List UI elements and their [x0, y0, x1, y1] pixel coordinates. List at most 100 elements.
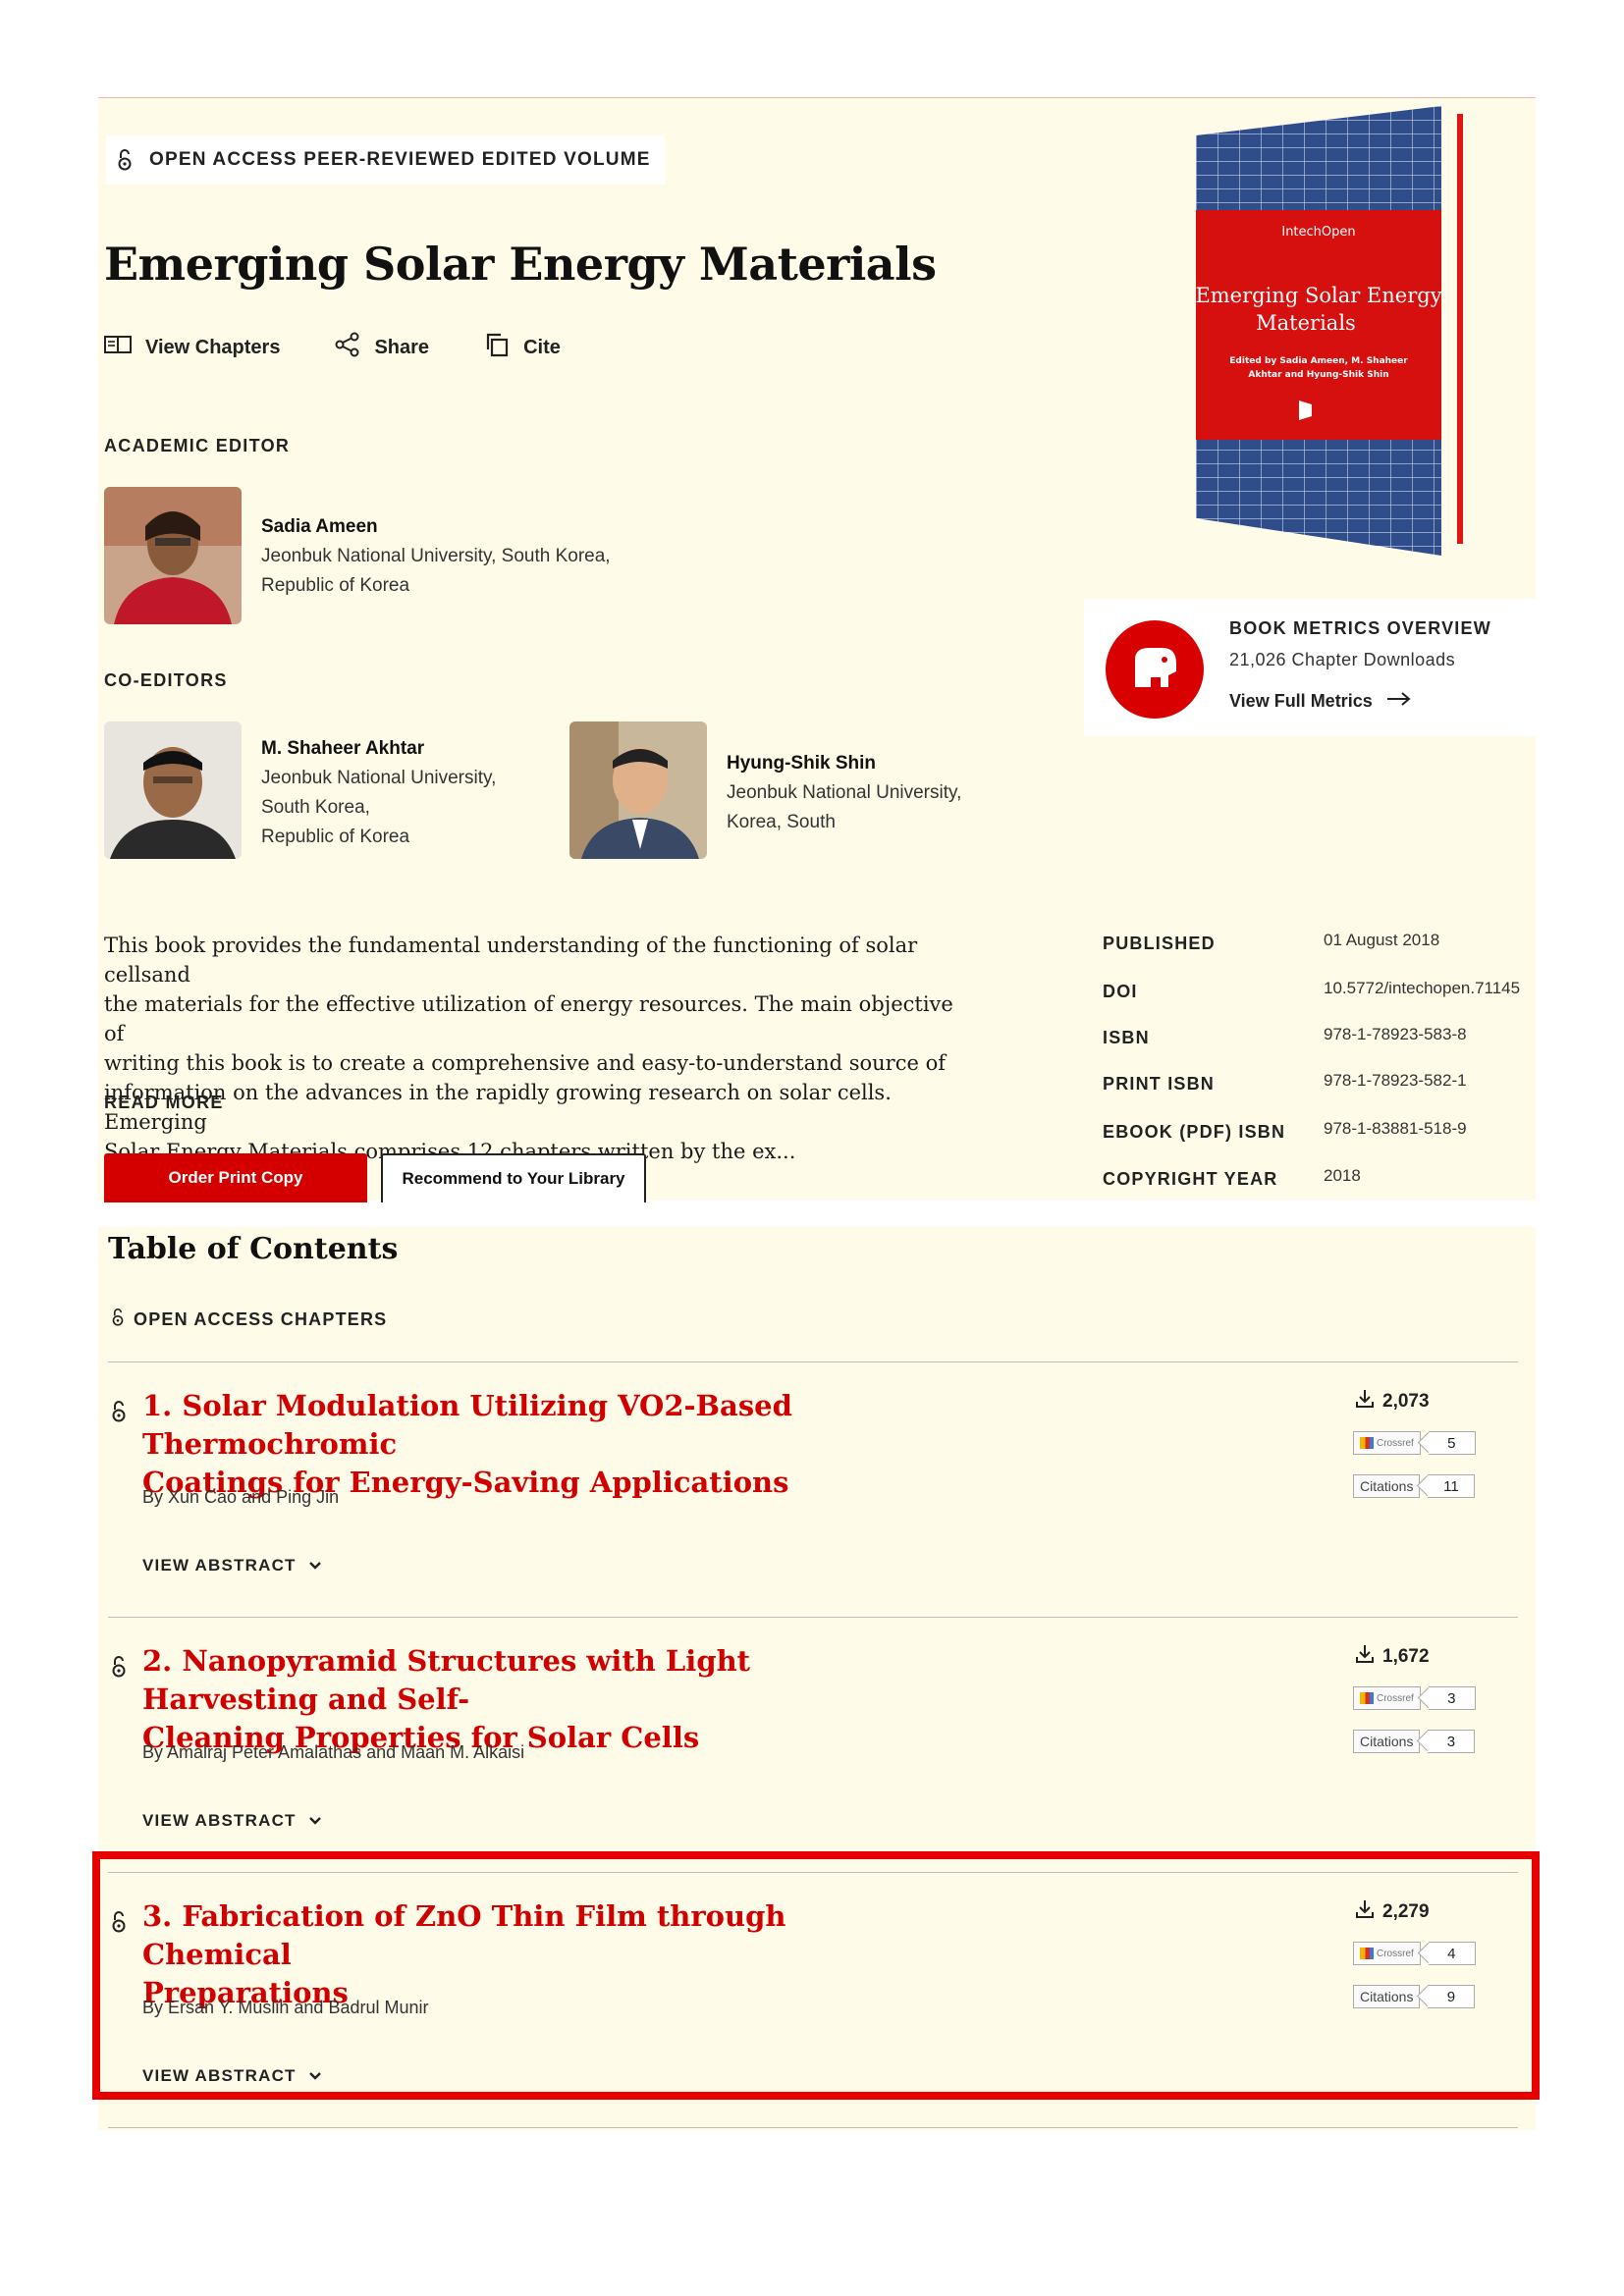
meta-value-ebook-isbn: 978-1-83881-518-9	[1324, 1119, 1467, 1138]
cover-title-line: Materials	[1256, 311, 1356, 335]
co-editor-name[interactable]: Hyung-Shik Shin	[727, 749, 961, 778]
share-label: Share	[374, 336, 430, 358]
chevron-down-icon	[308, 1556, 322, 1575]
meta-label-doi: DOI	[1103, 982, 1138, 1001]
chapter-divider	[108, 1617, 1518, 1618]
citations-count: 3	[1446, 1733, 1456, 1750]
chevron-down-icon	[308, 1811, 322, 1831]
view-chapters-button[interactable]: View Chapters	[104, 332, 280, 363]
read-more-link[interactable]: READ MORE	[104, 1093, 224, 1113]
citations-count: 11	[1443, 1477, 1459, 1495]
academic-editor-photo[interactable]	[104, 487, 242, 624]
meta-label-ebook-isbn: EBOOK (PDF) ISBN	[1103, 1122, 1286, 1142]
description-line: This book provides the fundamental under…	[104, 934, 918, 987]
chapter-authors: By Xun Cao and Ping Jin	[142, 1487, 340, 1507]
cover-spine-accent	[1457, 114, 1463, 544]
arrow-right-icon	[1386, 691, 1412, 712]
chapter-title-line: 1. Solar Modulation Utilizing VO2-Based …	[142, 1389, 792, 1461]
download-icon	[1355, 1389, 1375, 1415]
co-editors-heading: CO-EDITORS	[104, 670, 228, 690]
open-lock-icon	[118, 149, 132, 171]
metrics-title: BOOK METRICS OVERVIEW	[1229, 618, 1491, 638]
academic-editor-info: Sadia Ameen Jeonbuk National University,…	[261, 512, 611, 601]
cover-title-line: Emerging Solar Energy	[1196, 284, 1442, 307]
open-access-chapters-heading: OPEN ACCESS CHAPTERS	[112, 1308, 387, 1331]
downloads-count: 2,073	[1382, 1391, 1430, 1412]
order-print-copy-button[interactable]: Order Print Copy	[104, 1153, 367, 1202]
co-editor-info: Hyung-Shik Shin Jeonbuk National Univers…	[727, 749, 961, 837]
chapter-title-line: 2. Nanopyramid Structures with Light Har…	[142, 1644, 751, 1716]
book-title: Emerging Solar Energy Materials	[104, 238, 937, 291]
crossref-logo-icon	[1360, 1692, 1374, 1704]
co-editor-name[interactable]: M. Shaheer Akhtar	[261, 734, 496, 764]
downloads-count: 1,672	[1382, 1646, 1430, 1667]
editor-affiliation-line: Republic of Korea	[261, 575, 410, 596]
book-description: This book provides the fundamental under…	[104, 931, 968, 1166]
meta-value-doi[interactable]: 10.5772/intechopen.71145	[1324, 979, 1520, 998]
meta-label-print-isbn: PRINT ISBN	[1103, 1074, 1216, 1094]
metrics-downloads: 21,026 Chapter Downloads	[1229, 650, 1456, 669]
cover-editors-line: Akhtar and Hyung-Shik Shin	[1248, 370, 1388, 380]
meta-value-print-isbn: 978-1-78923-582-1	[1324, 1071, 1467, 1090]
highlighted-chapter-frame	[92, 1851, 1540, 2100]
open-access-badge: OPEN ACCESS PEER-REVIEWED EDITED VOLUME	[106, 135, 665, 185]
editor-name[interactable]: Sadia Ameen	[261, 512, 611, 542]
crossref-count: 5	[1447, 1434, 1456, 1452]
crossref-badge[interactable]: Crossref 3	[1353, 1686, 1476, 1710]
view-chapters-label: View Chapters	[145, 336, 281, 358]
crossref-logo-icon	[1360, 1437, 1374, 1449]
recommend-library-button[interactable]: Recommend to Your Library	[381, 1153, 646, 1202]
view-abstract-label: VIEW ABSTRACT	[142, 1811, 297, 1830]
chapter-title-link[interactable]: 1. Solar Modulation Utilizing VO2-Based …	[142, 1387, 928, 1502]
co-editor-affiliation-line: Republic of Korea	[261, 827, 410, 847]
co-editor-photo[interactable]	[104, 721, 242, 859]
crossref-label: Crossref	[1377, 1692, 1414, 1704]
citations-badge[interactable]: Citations 11	[1353, 1474, 1476, 1498]
meta-label-copyright-year: COPYRIGHT YEAR	[1103, 1169, 1278, 1189]
co-editor-affiliation-line: South Korea,	[261, 797, 370, 818]
open-lock-icon	[112, 1656, 126, 1682]
cover-publisher: IntechOpen	[1281, 225, 1355, 240]
chapter-title-link[interactable]: 2. Nanopyramid Structures with Light Har…	[142, 1642, 928, 1757]
academic-editor-heading: ACADEMIC EDITOR	[104, 436, 291, 455]
co-editor-affiliation-line: Jeonbuk National University,	[727, 782, 962, 803]
editor-affiliation-line: Jeonbuk National University, South Korea…	[261, 546, 611, 566]
book-actions: View Chapters Share Cite	[104, 332, 561, 363]
book-metrics-card: BOOK METRICS OVERVIEW 21,026 Chapter Dow…	[1084, 599, 1536, 736]
open-lock-icon	[112, 1308, 124, 1331]
share-icon	[335, 332, 360, 363]
copy-icon	[484, 332, 510, 363]
view-abstract-label: VIEW ABSTRACT	[142, 1556, 297, 1575]
chapter-downloads: 2,073	[1355, 1389, 1430, 1415]
metrics-logo-icon	[1106, 620, 1204, 719]
meta-label-published: PUBLISHED	[1103, 934, 1216, 953]
meta-value-copyright-year: 2018	[1324, 1166, 1361, 1185]
view-abstract-toggle[interactable]: VIEW ABSTRACT	[142, 1811, 322, 1831]
view-full-metrics-link[interactable]: View Full Metrics	[1229, 691, 1412, 712]
view-abstract-toggle[interactable]: VIEW ABSTRACT	[142, 1556, 322, 1575]
open-lock-icon	[112, 1401, 126, 1427]
open-access-label: OPEN ACCESS PEER-REVIEWED EDITED VOLUME	[149, 149, 651, 170]
crossref-count: 3	[1447, 1689, 1456, 1707]
co-editor-info: M. Shaheer Akhtar Jeonbuk National Unive…	[261, 734, 496, 852]
cite-button[interactable]: Cite	[484, 332, 561, 363]
meta-value-isbn: 978-1-78923-583-8	[1324, 1025, 1467, 1043]
description-line: the materials for the effective utilizat…	[104, 992, 953, 1045]
crossref-badge[interactable]: Crossref 5	[1353, 1431, 1476, 1455]
open-access-chapters-label: OPEN ACCESS CHAPTERS	[134, 1309, 388, 1329]
chapter-divider	[108, 2127, 1518, 2128]
view-full-metrics-label: View Full Metrics	[1229, 691, 1373, 711]
description-line: writing this book is to create a compreh…	[104, 1051, 946, 1075]
download-icon	[1355, 1644, 1375, 1670]
chapter-authors: By Amalraj Peter Amalathas and Maan M. A…	[142, 1742, 525, 1762]
meta-value-published: 01 August 2018	[1324, 931, 1440, 949]
citations-label: Citations	[1360, 1478, 1414, 1494]
citations-label: Citations	[1360, 1734, 1414, 1749]
share-button[interactable]: Share	[335, 332, 429, 363]
citations-badge[interactable]: Citations 3	[1353, 1730, 1476, 1753]
cite-label: Cite	[523, 336, 561, 358]
book-cover-image[interactable]: IntechOpen Emerging Solar Energy Materia…	[1195, 106, 1449, 556]
chapter-downloads: 1,672	[1355, 1644, 1430, 1670]
co-editor-photo[interactable]	[569, 721, 707, 859]
crossref-label: Crossref	[1377, 1437, 1414, 1449]
